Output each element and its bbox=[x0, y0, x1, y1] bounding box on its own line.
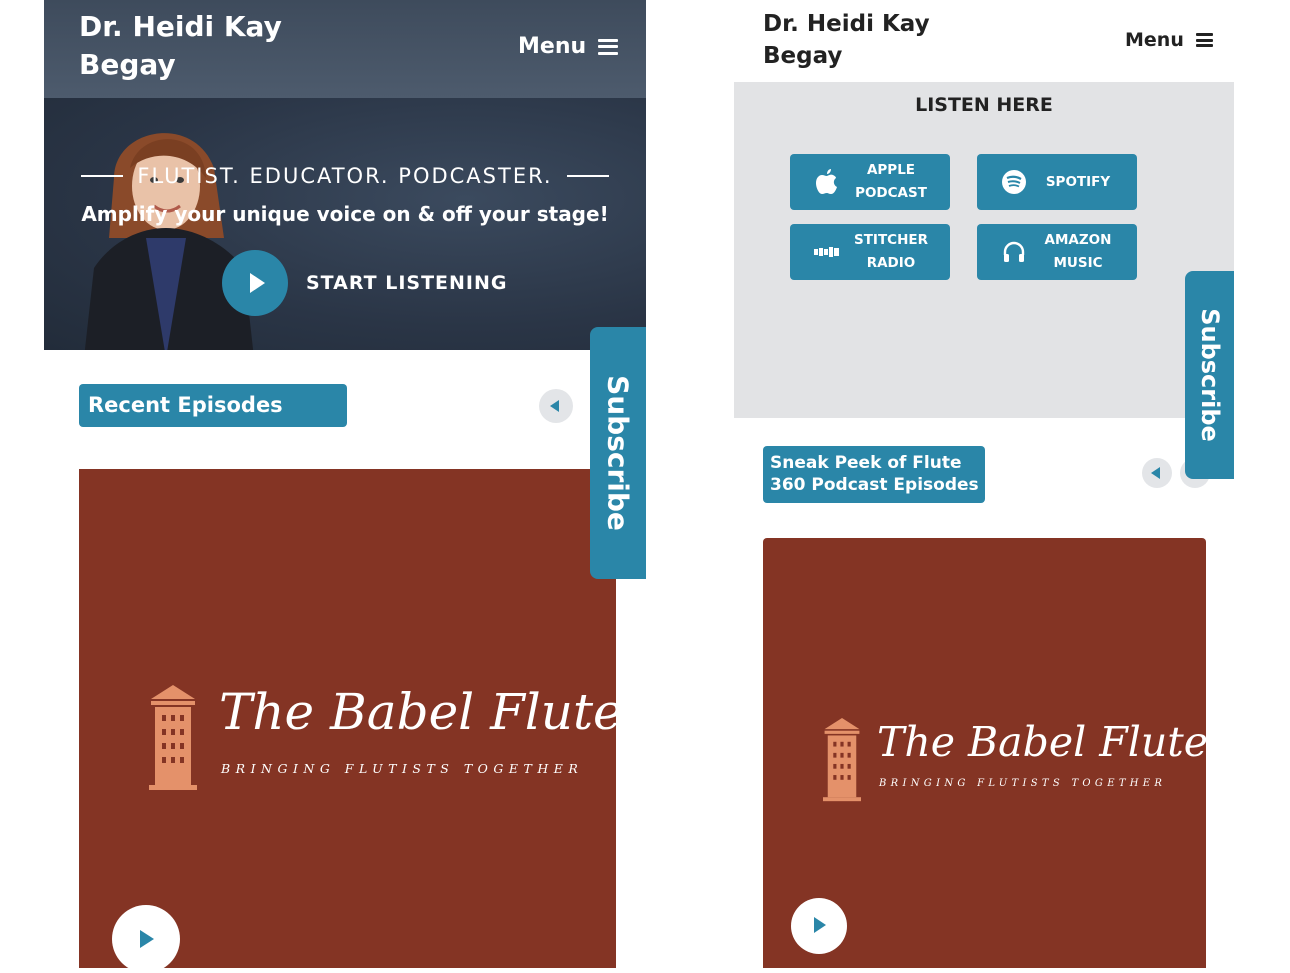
cover-subtitle: BRINGING FLUTISTS TOGETHER bbox=[879, 778, 1167, 789]
menu-button[interactable]: Menu bbox=[1125, 29, 1213, 51]
hero-tagline: FLUTIST. EDUCATOR. PODCASTER. bbox=[44, 164, 646, 188]
host-portrait-image bbox=[84, 133, 254, 350]
spotify-label: SPOTIFY bbox=[1045, 173, 1111, 190]
stitcher-icon bbox=[812, 237, 852, 267]
site-title[interactable]: Dr. Heidi Kay Begay bbox=[763, 8, 930, 72]
episode-cover-card[interactable]: The Babel Flute BRINGING FLUTISTS TOGETH… bbox=[79, 469, 623, 973]
start-listening-link[interactable]: START LISTENING bbox=[306, 272, 508, 294]
stitcher-radio-label: STITCHER RADIO bbox=[854, 232, 928, 271]
subscribe-label: Subscribe bbox=[601, 375, 635, 531]
cover-title: The Babel Flute bbox=[219, 683, 623, 741]
site-title[interactable]: Dr. Heidi Kay Begay bbox=[79, 8, 282, 84]
start-listening-play-button[interactable] bbox=[222, 250, 288, 316]
subscribe-tab[interactable]: Subscribe bbox=[1185, 271, 1234, 479]
hamburger-icon bbox=[1195, 33, 1213, 47]
spotify-button[interactable]: SPOTIFY bbox=[977, 154, 1137, 210]
menu-button[interactable]: Menu bbox=[518, 34, 619, 59]
amazon-music-button[interactable]: AMAZON MUSIC bbox=[977, 224, 1137, 280]
spotify-icon bbox=[999, 167, 1039, 197]
play-icon bbox=[140, 930, 154, 948]
mobile-screen-left: Dr. Heidi Kay Begay Menu FLUTIST. EDUCAT… bbox=[44, 0, 646, 973]
stitcher-radio-button[interactable]: STITCHER RADIO bbox=[790, 224, 950, 280]
recent-episodes-heading: Recent Episodes bbox=[79, 384, 347, 427]
hero-banner: FLUTIST. EDUCATOR. PODCASTER. Amplify yo… bbox=[44, 98, 646, 350]
chevron-left-icon bbox=[1151, 467, 1160, 479]
subscribe-tab[interactable]: Subscribe bbox=[590, 327, 646, 579]
menu-label: Menu bbox=[1125, 29, 1184, 51]
tagline-right-rule bbox=[566, 175, 609, 177]
tower-logo-icon bbox=[149, 685, 197, 790]
menu-label: Menu bbox=[518, 34, 587, 59]
hero-headline: Amplify your unique voice on & off your … bbox=[81, 202, 609, 226]
hamburger-icon bbox=[598, 38, 619, 55]
cover-subtitle: BRINGING FLUTISTS TOGETHER bbox=[221, 761, 584, 776]
tagline-text: FLUTIST. EDUCATOR. PODCASTER. bbox=[137, 164, 553, 188]
cover-title: The Babel Flute bbox=[877, 718, 1208, 766]
play-icon bbox=[250, 273, 265, 293]
chevron-left-icon bbox=[550, 400, 559, 412]
episode-play-button[interactable] bbox=[791, 898, 847, 954]
apple-podcast-button[interactable]: APPLE PODCAST bbox=[790, 154, 950, 210]
listen-panel: LISTEN HERE APPLE PODCAST SPOTIFY STITCH… bbox=[734, 82, 1234, 418]
tower-logo-icon bbox=[823, 718, 861, 802]
episode-play-button[interactable] bbox=[112, 905, 180, 973]
sneak-peek-heading: Sneak Peek of Flute 360 Podcast Episodes bbox=[763, 446, 985, 503]
carousel-prev-button[interactable] bbox=[1142, 458, 1172, 488]
subscribe-label: Subscribe bbox=[1195, 308, 1224, 442]
listen-here-heading: LISTEN HERE bbox=[915, 94, 1053, 116]
apple-podcast-label: APPLE PODCAST bbox=[855, 162, 927, 201]
amazon-music-label: AMAZON MUSIC bbox=[1044, 232, 1112, 271]
apple-icon bbox=[812, 167, 852, 197]
play-icon bbox=[814, 917, 826, 933]
mobile-screen-right: Dr. Heidi Kay Begay Menu LISTEN HERE APP… bbox=[734, 0, 1234, 968]
episode-cover-card[interactable]: The Babel Flute BRINGING FLUTISTS TOGETH… bbox=[763, 538, 1208, 968]
headphones-icon bbox=[999, 237, 1039, 267]
tagline-left-rule bbox=[81, 175, 124, 177]
carousel-prev-button[interactable] bbox=[539, 389, 573, 423]
site-header: Dr. Heidi Kay Begay Menu bbox=[44, 0, 646, 98]
